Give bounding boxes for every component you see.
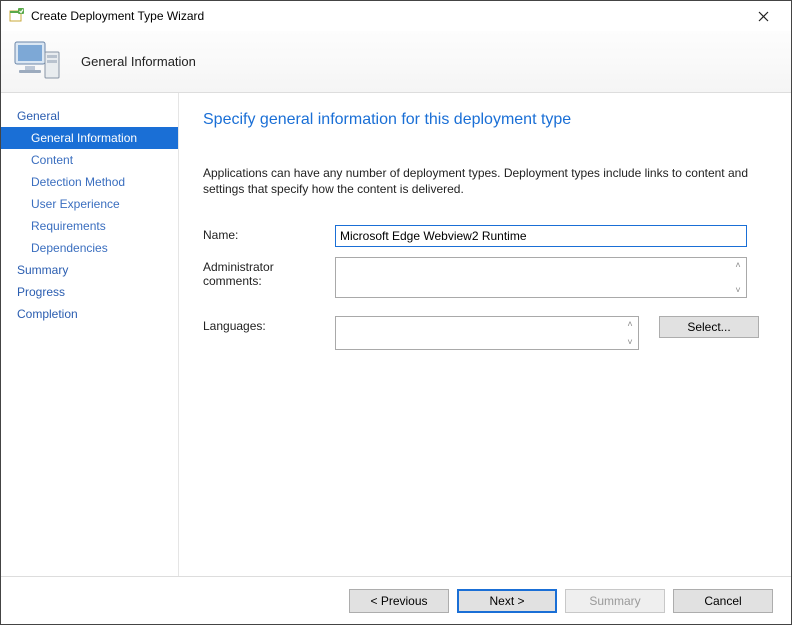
select-languages-button[interactable]: Select... xyxy=(659,316,759,338)
sidebar-item-user-experience[interactable]: User Experience xyxy=(1,193,178,215)
sidebar-item-requirements[interactable]: Requirements xyxy=(1,215,178,237)
summary-button[interactable]: Summary xyxy=(565,589,665,613)
page-description: Applications can have any number of depl… xyxy=(203,165,763,197)
label-name: Name: xyxy=(203,225,335,242)
banner: General Information xyxy=(1,31,791,93)
computer-icon xyxy=(11,38,63,86)
chevron-up-icon[interactable]: ˄ xyxy=(731,259,745,271)
wizard-footer: < Previous Next > Summary Cancel xyxy=(1,576,791,624)
label-languages: Languages: xyxy=(203,316,335,333)
wizard-icon xyxy=(9,8,25,24)
row-name: Name: xyxy=(203,225,767,247)
row-languages: Languages: ˄ ˅ Select... xyxy=(203,316,767,350)
chevron-up-icon[interactable]: ˄ xyxy=(623,318,637,330)
banner-heading: General Information xyxy=(81,54,196,69)
sidebar-item-completion[interactable]: Completion xyxy=(1,303,178,325)
languages-box: ˄ ˅ xyxy=(335,316,639,350)
window-title: Create Deployment Type Wizard xyxy=(31,9,204,23)
chevron-down-icon[interactable]: ˅ xyxy=(731,284,745,296)
sidebar: General General Information Content Dete… xyxy=(1,93,179,576)
wizard-body: General General Information Content Dete… xyxy=(1,93,791,576)
admin-comments-input[interactable] xyxy=(336,258,746,294)
sidebar-item-detection-method[interactable]: Detection Method xyxy=(1,171,178,193)
next-button[interactable]: Next > xyxy=(457,589,557,613)
cancel-button[interactable]: Cancel xyxy=(673,589,773,613)
sidebar-item-progress[interactable]: Progress xyxy=(1,281,178,303)
sidebar-item-dependencies[interactable]: Dependencies xyxy=(1,237,178,259)
content-panel: Specify general information for this dep… xyxy=(179,93,791,576)
sidebar-item-content[interactable]: Content xyxy=(1,149,178,171)
label-admin-comments: Administrator comments: xyxy=(203,257,335,288)
sidebar-item-general-information[interactable]: General Information xyxy=(1,127,178,149)
sidebar-item-general[interactable]: General xyxy=(1,105,178,127)
name-input[interactable] xyxy=(335,225,747,247)
previous-button[interactable]: < Previous xyxy=(349,589,449,613)
admin-comments-wrap: ˄ ˅ xyxy=(335,257,747,298)
chevron-down-icon[interactable]: ˅ xyxy=(623,336,637,348)
sidebar-item-summary[interactable]: Summary xyxy=(1,259,178,281)
titlebar: Create Deployment Type Wizard xyxy=(1,1,791,31)
close-button[interactable] xyxy=(743,2,783,30)
row-admin-comments: Administrator comments: ˄ ˅ xyxy=(203,257,767,298)
page-heading: Specify general information for this dep… xyxy=(203,111,767,129)
